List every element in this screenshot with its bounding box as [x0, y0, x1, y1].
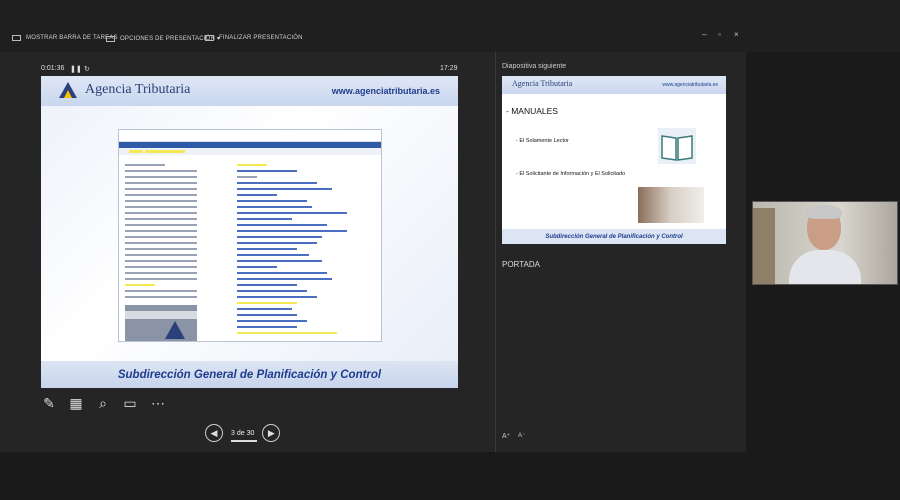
next-slide-bullet: - El Solamente Lector — [516, 138, 569, 144]
next-slide-header: Agencia Tributaria www.agenciatributaria… — [502, 76, 726, 94]
next-slide-title: - MANUALES — [506, 106, 558, 116]
logo-text: Agencia Tributaria — [85, 82, 191, 97]
show-taskbar-label: MOSTRAR BARRA DE TAREAS — [26, 35, 118, 41]
end-presentation-button[interactable]: FINALIZAR PRESENTACIÓN — [205, 35, 303, 41]
elapsed-timer: 0:01:36 — [41, 65, 65, 72]
meeting-photo — [638, 187, 704, 223]
screen-icon[interactable]: ▭ — [121, 394, 139, 412]
decrease-font-button[interactable]: A⁻ — [518, 432, 525, 439]
page-indicator[interactable]: 3 de 30 — [231, 430, 258, 442]
presenter-hair — [806, 205, 842, 219]
show-taskbar-button[interactable]: MOSTRAR BARRA DE TAREAS — [12, 35, 118, 41]
slide-body — [41, 106, 458, 361]
next-slide-footer: Subdirección General de Planificación y … — [502, 229, 726, 244]
agency-logo: Agencia Tributaria — [57, 81, 190, 99]
current-slide: Agencia Tributaria www.agenciatributaria… — [41, 76, 458, 388]
next-logo-text: Agencia Tributaria — [512, 79, 573, 88]
prev-icon[interactable]: ◀ — [205, 424, 223, 442]
close-button[interactable]: × — [734, 30, 739, 39]
next-slide-bullet: - El Solicitante de Información y El Sol… — [516, 171, 626, 177]
pause-icon[interactable]: ❚❚ — [70, 65, 82, 73]
next-slide-footer-text: Subdirección General de Planificación y … — [545, 233, 683, 240]
speaker-notes[interactable]: PORTADA — [502, 260, 540, 269]
book-icon — [658, 128, 696, 164]
website-content-list — [237, 160, 347, 338]
pen-icon[interactable]: ✎ — [40, 394, 58, 412]
top-toolbar: MOSTRAR BARRA DE TAREAS OPCIONES DE PRES… — [0, 0, 900, 52]
webcam-video — [752, 201, 898, 285]
agency-logo-icon — [59, 82, 77, 98]
slide-url: www.agenciatributaria.es — [331, 86, 440, 96]
website-header — [119, 130, 381, 142]
video-shelf — [753, 208, 775, 284]
increase-font-label: A — [502, 433, 507, 440]
decrease-font-label: A — [518, 433, 523, 439]
end-presentation-label: FINALIZAR PRESENTACIÓN — [219, 35, 303, 41]
taskbar-icon — [12, 35, 21, 41]
slide-footer-text: Subdirección General de Planificación y … — [117, 368, 382, 381]
building-photo — [125, 305, 197, 341]
website-breadcrumb — [119, 148, 381, 155]
slides-grid-icon[interactable]: ▦ — [67, 394, 85, 412]
website-screenshot — [118, 129, 382, 342]
slide-footer: Subdirección General de Planificación y … — [41, 361, 458, 388]
presentation-options-button[interactable]: OPCIONES DE PRESENTACIÓN ▾ — [106, 35, 220, 42]
next-slide-preview[interactable]: Agencia Tributaria www.agenciatributaria… — [502, 76, 726, 244]
options-icon — [106, 35, 115, 42]
minimize-button[interactable]: – — [702, 30, 706, 39]
next-slide-label: Diapositiva siguiente — [502, 63, 567, 70]
slide-pager: ◀ 3 de 30 ▶ — [205, 422, 281, 444]
clock: 17:29 — [440, 65, 458, 72]
reset-icon[interactable]: ↻ — [84, 65, 90, 73]
end-icon — [205, 35, 214, 41]
restore-button[interactable]: ▫ — [718, 30, 721, 39]
zoom-icon[interactable]: ⌕ — [94, 394, 112, 412]
increase-font-button[interactable]: A⁺ — [502, 432, 510, 440]
next-slide-url: www.agenciatributaria.es — [662, 82, 718, 88]
slide-header: Agencia Tributaria www.agenciatributaria… — [41, 76, 458, 106]
more-icon[interactable]: ⋯ — [149, 394, 167, 412]
next-icon[interactable]: ▶ — [262, 424, 281, 442]
website-left-menu — [125, 160, 197, 302]
